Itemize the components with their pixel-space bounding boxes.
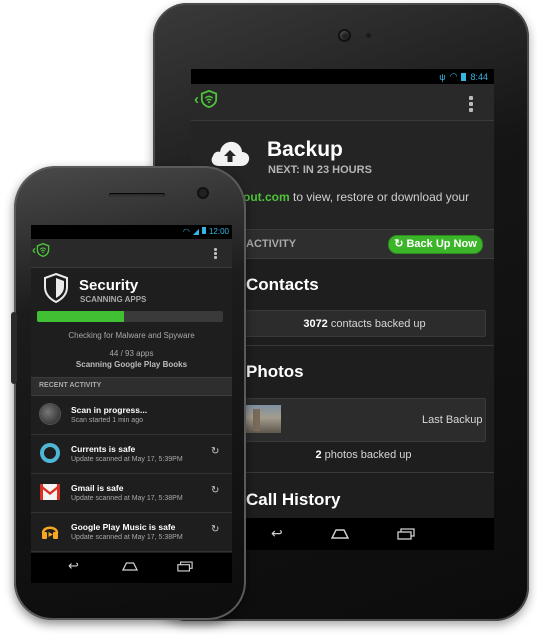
list-item[interactable]: Google Play Music is safe Update scanned… bbox=[31, 513, 232, 552]
cloud-upload-icon bbox=[211, 141, 250, 166]
item-subtitle: Scan started 1 min ago bbox=[71, 417, 143, 424]
lookout-shield-icon bbox=[200, 90, 218, 108]
recent-activity-header: RECENT ACTIVITY bbox=[31, 377, 232, 396]
scan-icon bbox=[40, 404, 60, 424]
item-title: Google Play Music is safe bbox=[71, 522, 176, 532]
back-nav-icon[interactable]: ↩ bbox=[271, 525, 283, 542]
phone-nav-bar: ↩ bbox=[31, 553, 232, 583]
scan-count: 44 / 93 apps bbox=[109, 349, 154, 358]
backup-description-text: to view, restore or download your bbox=[289, 190, 470, 204]
back-up-now-button[interactable]: ↻ Back Up Now bbox=[388, 235, 483, 254]
list-item[interactable]: Gmail is safe Update scanned at May 17, … bbox=[31, 474, 232, 513]
currents-icon bbox=[40, 443, 60, 463]
play-music-icon bbox=[41, 526, 59, 539]
tablet-sensor bbox=[366, 33, 371, 38]
list-item[interactable]: Currents is safe Update scanned at May 1… bbox=[31, 435, 232, 474]
phone-screen: ◠ ◢ 12:00 ‹ Security SCANNING APPS Check… bbox=[31, 225, 232, 553]
last-backup-label: Last Backup bbox=[422, 414, 483, 426]
recent-activity-label: RECENT ACTIVITY bbox=[39, 382, 102, 389]
tablet-camera bbox=[340, 31, 349, 40]
phone-speaker bbox=[109, 193, 165, 197]
phone-action-bar: ‹ bbox=[31, 239, 232, 268]
back-up-now-label: Back Up Now bbox=[406, 238, 477, 250]
contacts-count: 3072 bbox=[303, 318, 328, 330]
overflow-menu-icon[interactable] bbox=[214, 248, 217, 261]
recent-apps-nav-icon[interactable] bbox=[397, 528, 415, 540]
back-chevron-icon: ‹ bbox=[194, 90, 199, 108]
item-title: Currents is safe bbox=[71, 444, 136, 454]
backup-next-time: NEXT: IN 23 HOURS bbox=[268, 164, 372, 176]
wifi-icon: ◠ bbox=[182, 227, 190, 236]
item-title: Gmail is safe bbox=[71, 483, 124, 493]
refresh-icon[interactable]: ↻ bbox=[211, 524, 219, 535]
signal-icon: ◢ bbox=[192, 227, 199, 236]
gmail-icon bbox=[40, 484, 60, 500]
list-item[interactable]: Scan in progress... Scan started 1 min a… bbox=[31, 396, 232, 435]
lookout-shield-icon bbox=[36, 243, 50, 257]
tablet-status-bar: ψ ◠ 8:44 bbox=[191, 69, 494, 84]
back-nav-icon[interactable]: ↩ bbox=[68, 558, 79, 574]
security-subtitle: SCANNING APPS bbox=[80, 295, 147, 304]
recent-apps-nav-icon[interactable] bbox=[177, 561, 193, 572]
security-title: Security bbox=[79, 277, 139, 294]
battery-icon bbox=[461, 72, 467, 81]
refresh-icon[interactable]: ↻ bbox=[211, 446, 219, 457]
scan-progress-bar bbox=[37, 311, 223, 322]
photo-thumbnail[interactable] bbox=[243, 405, 281, 433]
refresh-icon: ↻ bbox=[394, 238, 407, 250]
status-clock: 12:00 bbox=[208, 227, 229, 236]
item-subtitle: Update scanned at May 17, 5:38PM bbox=[71, 534, 183, 541]
photos-title: Photos bbox=[246, 362, 304, 381]
photos-count-label: photos backed up bbox=[321, 449, 412, 461]
contacts-count-text: 3072 contacts backed up bbox=[244, 318, 485, 330]
status-clock: 8:44 bbox=[470, 71, 488, 82]
backup-title: Backup bbox=[267, 138, 343, 161]
home-nav-icon[interactable] bbox=[122, 562, 138, 571]
wifi-icon: ◠ bbox=[449, 71, 458, 81]
checking-text: Checking for Malware and Spyware bbox=[68, 331, 195, 340]
item-title: Scan in progress... bbox=[71, 405, 148, 415]
item-subtitle: Update scanned at May 17, 5:38PM bbox=[71, 495, 183, 502]
home-nav-icon[interactable] bbox=[331, 529, 349, 539]
app-home-button[interactable]: ‹ bbox=[194, 90, 218, 108]
usb-icon: ψ bbox=[439, 71, 446, 82]
activity-label: ACTIVITY bbox=[246, 238, 297, 250]
contacts-row[interactable]: 3072 contacts backed up bbox=[243, 310, 486, 337]
backup-description: okout.com to view, restore or download y… bbox=[229, 190, 469, 204]
app-home-button[interactable]: ‹ bbox=[32, 243, 50, 257]
call-history-title: Call History bbox=[246, 490, 341, 509]
refresh-icon[interactable]: ↻ bbox=[211, 485, 219, 496]
photos-count-text: 2 photos backed up bbox=[243, 449, 484, 461]
contacts-count-label: contacts backed up bbox=[327, 318, 426, 330]
tablet-action-bar: ‹ bbox=[191, 84, 494, 121]
battery-icon bbox=[201, 227, 206, 234]
security-shield-icon bbox=[44, 273, 68, 303]
scanning-app: Scanning Google Play Books bbox=[75, 360, 188, 369]
phone-camera bbox=[199, 189, 207, 197]
scan-progress-fill bbox=[37, 311, 125, 322]
item-subtitle: Update scanned at May 17, 5:39PM bbox=[71, 456, 183, 463]
phone-volume-button bbox=[11, 312, 17, 384]
phone-status-bar: ◠ ◢ 12:00 bbox=[31, 225, 232, 239]
overflow-menu-icon[interactable] bbox=[469, 96, 473, 114]
contacts-title: Contacts bbox=[246, 275, 319, 294]
